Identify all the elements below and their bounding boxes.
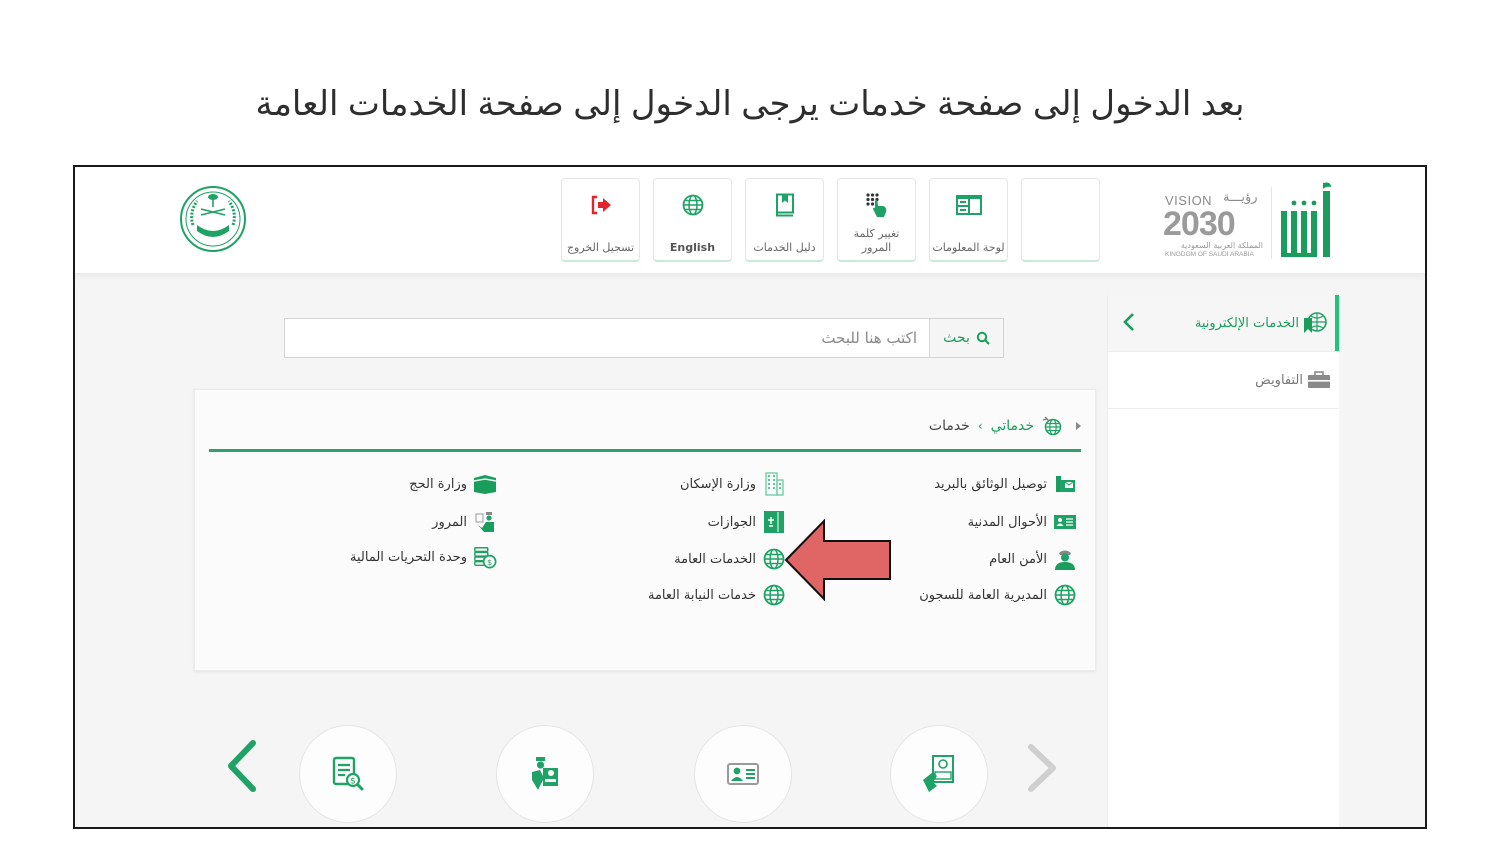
passport-icon (764, 511, 784, 533)
carousel-item-authorization-doc[interactable] (890, 725, 988, 823)
logout-label: تسجيل الخروج (566, 241, 635, 254)
screenshot-frame: تسجيل الخروج English دليل الخدمات تغيير … (73, 165, 1427, 829)
keypad-touch-icon (865, 193, 886, 217)
carousel-next-chevron-icon[interactable] (1025, 743, 1059, 793)
sidebar-item-label: التفاويض (1255, 372, 1303, 388)
services-guide-label: دليل الخدمات (753, 241, 816, 254)
svg-text:$: $ (487, 557, 492, 567)
vision-2030-logo: VISION رؤيـــة 2030 المملكة العربية السع… (1163, 190, 1263, 258)
service-general-services[interactable]: الخدمات العامة (674, 547, 786, 571)
service-financial-investigation[interactable]: $ وحدة التحريات المالية (350, 545, 497, 569)
sidebar-item-label: الخدمات الإلكترونية (1194, 315, 1299, 331)
section-divider (209, 449, 1081, 452)
slide-title: بعد الدخول إلى صفحة خدمات يرجى الدخول إل… (255, 85, 1245, 123)
services-panel: خدماتي › خدمات توصيل الوثائق بالبريد الأ… (194, 389, 1096, 671)
officer-card-icon (532, 757, 558, 790)
search-input[interactable] (285, 319, 929, 357)
logout-icon (591, 195, 611, 215)
carousel-item-officer-card[interactable] (496, 725, 594, 823)
book-icon (775, 193, 794, 217)
chevron-left-icon[interactable] (1122, 312, 1136, 332)
dashboard-tile[interactable]: لوحة المعلومات (929, 178, 1008, 262)
briefcase-icon (1308, 371, 1330, 388)
logo-area: VISION رؤيـــة 2030 المملكة العربية السع… (1163, 179, 1335, 263)
coins-icon: $ (474, 547, 497, 569)
service-civil-affairs[interactable]: الأحوال المدنية (968, 510, 1077, 534)
service-public-prosecution[interactable]: خدمات النيابة العامة (648, 583, 786, 607)
header-nav-tiles: تسجيل الخروج English دليل الخدمات تغيير … (561, 178, 1100, 262)
site-header: تسجيل الخروج English دليل الخدمات تغيير … (75, 167, 1425, 273)
globe-icon (1042, 416, 1062, 436)
dashboard-label: لوحة المعلومات (932, 241, 1005, 254)
carousel-item-financial-report[interactable]: $ (299, 725, 397, 823)
search-icon (976, 331, 990, 345)
service-public-security[interactable]: الأمن العام (989, 547, 1077, 571)
id-card-icon (727, 763, 759, 785)
dashboard-icon (955, 195, 982, 215)
logout-tile[interactable]: تسجيل الخروج (561, 178, 640, 262)
breadcrumb-current: خدمات (928, 418, 970, 434)
service-mail-delivery[interactable]: توصيل الوثائق بالبريد (934, 472, 1077, 496)
service-traffic[interactable]: المرور (432, 510, 497, 534)
globe-icon (763, 584, 785, 606)
moi-emblem-logo (180, 186, 246, 252)
services-guide-tile[interactable]: دليل الخدمات (745, 178, 824, 262)
sidebar-item-e-services[interactable]: الخدمات الإلكترونية (1108, 295, 1339, 351)
english-tile[interactable]: English (653, 178, 732, 262)
service-prisons-directorate[interactable]: المديرية العامة للسجون (919, 583, 1077, 607)
change-password-tile[interactable]: تغيير كلمة المرور (837, 178, 916, 262)
search-button-label: بحث (943, 330, 970, 346)
globe-icon (682, 194, 703, 216)
sidebar: الخدمات الإلكترونية التفاويض (1107, 295, 1339, 827)
officer-icon (1055, 550, 1075, 570)
breadcrumb: خدماتي › خدمات (929, 416, 1081, 436)
e-services-icon (1304, 312, 1327, 333)
english-label: English (669, 241, 716, 254)
annotation-arrow-icon (784, 519, 891, 601)
search-bar: بحث (284, 318, 1004, 358)
carousel-prev-chevron-icon[interactable] (225, 739, 259, 793)
kaaba-icon (473, 475, 497, 494)
search-button[interactable]: بحث (929, 319, 1003, 357)
building-icon (765, 472, 784, 496)
financial-report-icon: $ (332, 756, 364, 791)
breadcrumb-my-services[interactable]: خدماتي (991, 418, 1034, 434)
authorization-doc-icon (923, 755, 954, 792)
service-passports[interactable]: الجوازات (708, 510, 786, 534)
mailbox-icon (1056, 476, 1075, 492)
id-card-icon (1054, 515, 1076, 529)
globe-icon (763, 548, 785, 570)
service-housing-ministry[interactable]: وزارة الإسكان (680, 472, 786, 496)
carousel-item-id-card[interactable] (694, 725, 792, 823)
absher-logo: أبشر (1281, 182, 1331, 257)
empty-tile[interactable] (1021, 178, 1100, 262)
change-password-label: تغيير كلمة المرور (853, 227, 900, 254)
traffic-officer-icon (475, 512, 494, 532)
caret-right-icon[interactable] (1076, 422, 1081, 430)
breadcrumb-separator: › (977, 419, 983, 433)
globe-icon (1054, 584, 1076, 606)
svg-text:$: $ (350, 777, 356, 787)
sidebar-item-delegations[interactable]: التفاويض (1108, 351, 1339, 409)
service-hajj-ministry[interactable]: وزارة الحج (409, 472, 497, 496)
logo-divider (1271, 187, 1272, 259)
